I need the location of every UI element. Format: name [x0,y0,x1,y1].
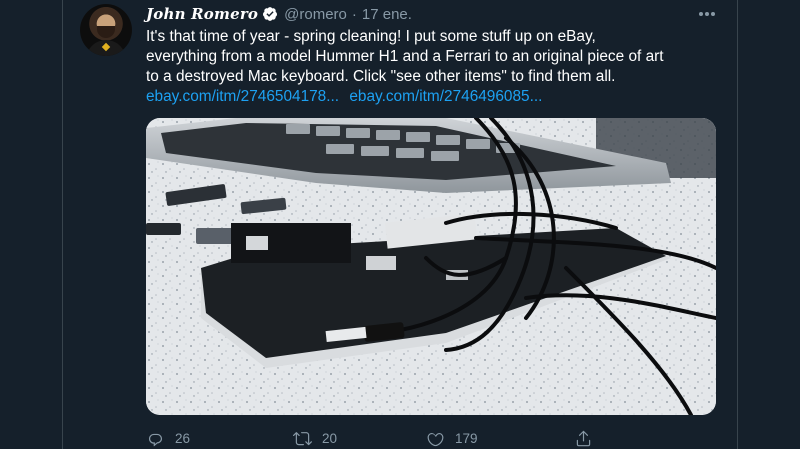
tweet-card[interactable]: John Romero @romero · 17 ene. It's that … [63,0,737,449]
like-icon [427,432,444,446]
share-icon [576,430,591,446]
separator-dot: · [351,5,357,23]
tweet-actions: 26 20 179 [146,427,716,449]
share-button[interactable] [574,427,603,449]
like-button[interactable]: 179 [426,427,478,449]
reply-icon [148,433,163,446]
verified-badge-icon [263,7,278,21]
author-name[interactable]: John Romero [146,5,258,23]
ebay-link-2[interactable]: ebay.com/itm/2746496085... [349,88,542,105]
tweet-links: ebay.com/itm/2746504178... ebay.com/itm/… [146,87,542,107]
tweet-text-line: It's that time of year - spring cleaning… [146,28,596,45]
more-options-icon[interactable] [696,6,718,22]
retweet-icon [293,431,312,445]
reply-button[interactable]: 26 [146,427,190,449]
more-dot [699,12,703,16]
tweet-text-line: to a destroyed Mac keyboard. Click "see … [146,68,616,85]
avatar[interactable] [80,4,132,56]
more-dot [705,12,709,16]
right-column [737,0,800,449]
photo-destroyed-mac-keyboard [146,118,716,415]
avatar-beard [97,26,115,38]
tweet-date[interactable]: 17 ene. [362,6,412,23]
left-column [0,0,63,449]
tweet-text: It's that time of year - spring cleaning… [146,27,706,87]
retweet-button[interactable]: 20 [293,427,337,449]
ebay-link-1[interactable]: ebay.com/itm/2746504178... [146,88,339,105]
more-dot [711,12,715,16]
tweet-photo[interactable] [146,118,716,415]
reply-count: 26 [175,430,191,446]
author-handle[interactable]: @romero [284,6,347,23]
tweet-header: John Romero @romero · 17 ene. [146,4,412,24]
like-count: 179 [455,430,478,446]
retweet-count: 20 [322,430,338,446]
tweet-text-line: everything from a model Hummer H1 and a … [146,48,664,65]
